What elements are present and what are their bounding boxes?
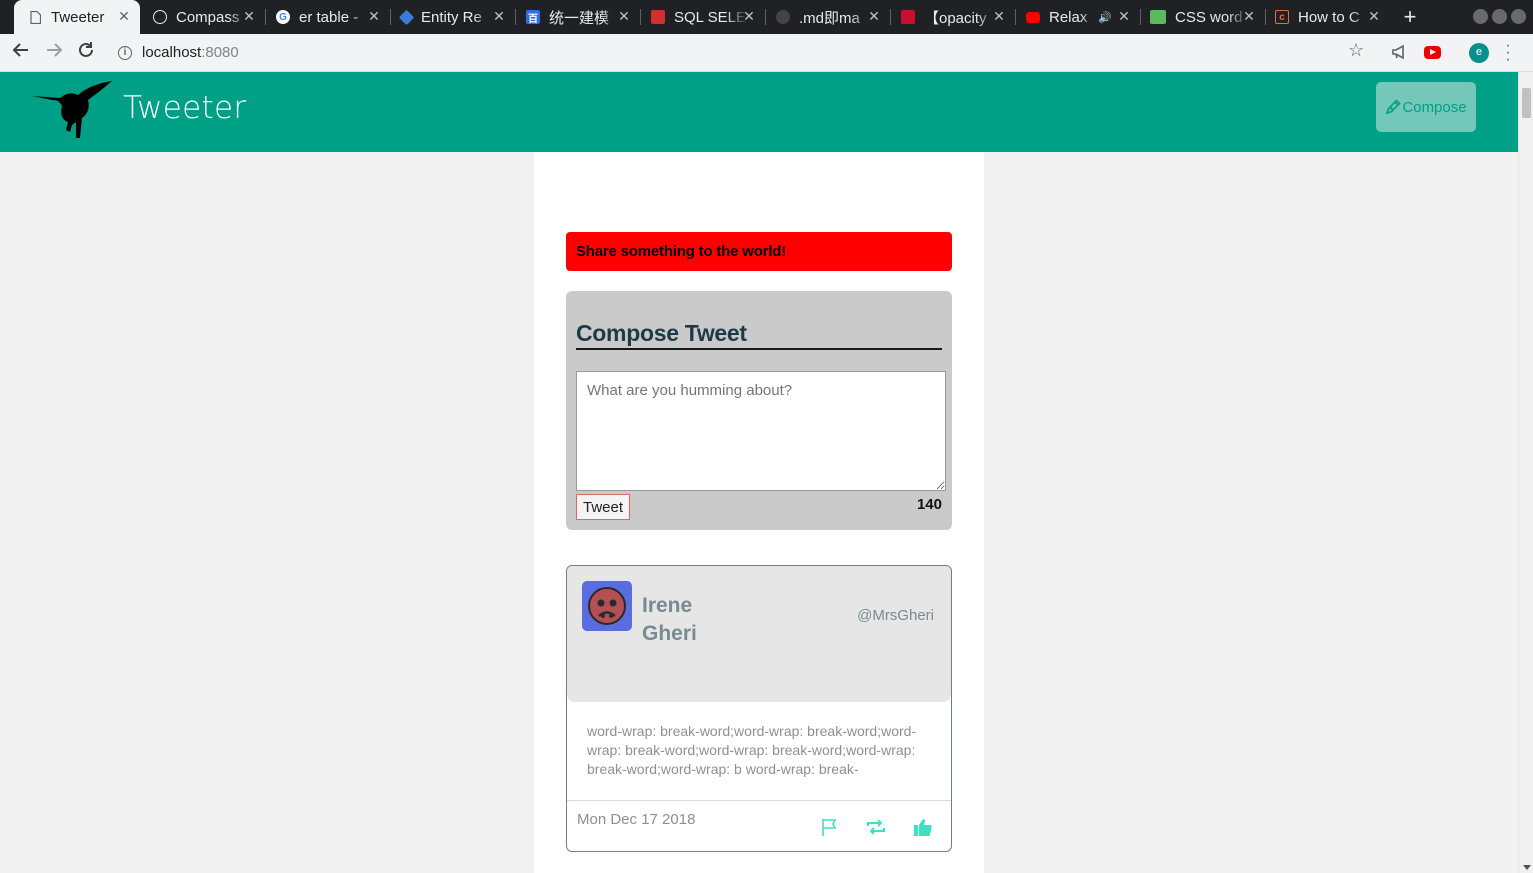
- youtube-extension-icon[interactable]: [1424, 46, 1441, 59]
- app-header: Tweeter Compose: [0, 72, 1518, 152]
- close-icon[interactable]: ✕: [866, 8, 882, 25]
- scrollbar-thumb[interactable]: [1522, 88, 1531, 118]
- tweet-content: word-wrap: break-word;word-wrap: break-w…: [587, 723, 917, 777]
- tab-title: SQL SELE: [674, 8, 746, 26]
- tweet-date: Mon Dec 17 2018: [577, 811, 696, 828]
- tab-title: Entity Re: [421, 8, 482, 26]
- close-icon[interactable]: ✕: [1366, 8, 1382, 25]
- page-scrollbar[interactable]: [1518, 72, 1533, 873]
- compose-tweet-section: Compose Tweet Tweet 140: [566, 291, 952, 530]
- tweet-header: Irene Gheri @MrsGheri: [567, 566, 951, 702]
- tab-uml[interactable]: 百 统一建模 ✕: [515, 0, 640, 34]
- browser-tab-bar: Tweeter ✕ Compass ✕ G er table - ✕ Entit…: [0, 0, 1533, 34]
- compose-button[interactable]: Compose: [1376, 82, 1476, 132]
- tab-title: CSS word: [1175, 8, 1243, 26]
- bookmark-star-icon[interactable]: ☆: [1348, 40, 1364, 61]
- flag-button[interactable]: [819, 816, 841, 838]
- tab-title: 统一建模: [549, 9, 610, 27]
- tab-title: Compass: [176, 8, 240, 26]
- retweet-button[interactable]: [865, 816, 887, 838]
- tweet-footer: Mon Dec 17 2018: [567, 800, 951, 851]
- close-window-button[interactable]: [1511, 9, 1526, 24]
- menu-icon[interactable]: · · ·: [1505, 38, 1511, 68]
- retweet-icon: [867, 819, 885, 835]
- tab-title: Tweeter: [51, 8, 105, 26]
- close-icon[interactable]: ✕: [491, 8, 507, 25]
- tab-title: .md即ma: [799, 9, 860, 27]
- thumbs-up-icon: [914, 819, 932, 836]
- megaphone-icon[interactable]: [1391, 44, 1409, 60]
- minimize-button[interactable]: [1473, 9, 1488, 24]
- brand-title: Tweeter: [123, 90, 247, 126]
- github-icon: [776, 10, 790, 24]
- arrow-right-icon: [47, 43, 63, 57]
- main-container: Share something to the world! Compose Tw…: [534, 152, 984, 873]
- css-icon: [1150, 10, 1166, 24]
- sad-face-avatar-icon: [588, 587, 626, 625]
- error-alert: Share something to the world!: [566, 232, 952, 271]
- profile-avatar[interactable]: e: [1469, 43, 1489, 63]
- forward-button[interactable]: [42, 41, 66, 65]
- arrow-left-icon: [12, 43, 28, 57]
- like-button[interactable]: [912, 816, 934, 838]
- new-tab-button[interactable]: +: [1398, 4, 1422, 30]
- tab-er-table[interactable]: G er table - ✕: [265, 0, 390, 34]
- google-icon: G: [276, 10, 290, 24]
- tab-how-to[interactable]: c How to C ✕: [1265, 0, 1390, 34]
- compass-icon: [153, 10, 167, 24]
- maximize-button[interactable]: [1492, 9, 1507, 24]
- tweet-submit-button[interactable]: Tweet: [576, 494, 630, 520]
- close-icon[interactable]: ✕: [1241, 8, 1257, 25]
- compose-title: Compose Tweet: [576, 320, 942, 350]
- url-text: localhost:8080: [142, 44, 239, 61]
- speaker-icon[interactable]: 🔊: [1098, 11, 1112, 24]
- hummingbird-logo-icon: [32, 81, 112, 138]
- pen-icon: [1386, 99, 1402, 115]
- user-avatar: [582, 581, 632, 631]
- tab-title: Relax: [1049, 8, 1088, 26]
- reload-button[interactable]: [74, 41, 98, 65]
- flag-icon: [822, 819, 837, 836]
- tweet-textarea[interactable]: [576, 371, 946, 491]
- tab-css-word[interactable]: CSS word ✕: [1140, 0, 1265, 34]
- baidu-icon: 百: [526, 10, 540, 25]
- address-bar[interactable]: i localhost:8080: [110, 38, 1380, 68]
- character-counter: 140: [916, 496, 942, 513]
- browser-toolbar: i localhost:8080: [0, 34, 1533, 72]
- user-handle: @MrsGheri: [857, 607, 934, 624]
- tab-relax[interactable]: Relax 🔊 ✕: [1015, 0, 1140, 34]
- tab-entity-relationship[interactable]: Entity Re ✕: [390, 0, 515, 34]
- codepen-icon: c: [1275, 10, 1289, 24]
- puzzle-icon: [398, 9, 415, 25]
- tab-tweeter[interactable]: Tweeter ✕: [14, 0, 140, 34]
- sql-icon: [651, 10, 665, 24]
- tab-md[interactable]: .md即ma ✕: [765, 0, 890, 34]
- close-icon[interactable]: ✕: [616, 8, 632, 25]
- back-button[interactable]: [9, 41, 33, 65]
- close-icon[interactable]: ✕: [991, 8, 1007, 25]
- info-icon[interactable]: i: [118, 46, 132, 60]
- doc-icon: [28, 10, 42, 24]
- compose-button-label: Compose: [1402, 98, 1467, 116]
- close-icon[interactable]: ✕: [1116, 8, 1132, 25]
- close-icon[interactable]: ✕: [241, 8, 257, 25]
- tab-compass[interactable]: Compass ✕: [140, 0, 265, 34]
- close-icon[interactable]: ✕: [116, 8, 132, 25]
- tweet-card: Irene Gheri @MrsGheri word-wrap: break-w…: [566, 565, 952, 852]
- close-icon[interactable]: ✕: [741, 8, 757, 25]
- scroll-down-icon[interactable]: [1523, 865, 1531, 870]
- csdn-icon: [901, 10, 915, 24]
- user-name: Irene Gheri: [642, 594, 697, 645]
- reload-icon: [79, 42, 93, 57]
- tab-title: er table -: [299, 8, 359, 26]
- tab-title: How to C: [1298, 8, 1360, 26]
- youtube-icon: [1026, 11, 1040, 23]
- tab-title: 【opacity: [924, 9, 987, 27]
- close-icon[interactable]: ✕: [366, 8, 382, 25]
- tab-sql-select[interactable]: SQL SELE ✕: [640, 0, 765, 34]
- tab-opacity[interactable]: 【opacity ✕: [890, 0, 1015, 34]
